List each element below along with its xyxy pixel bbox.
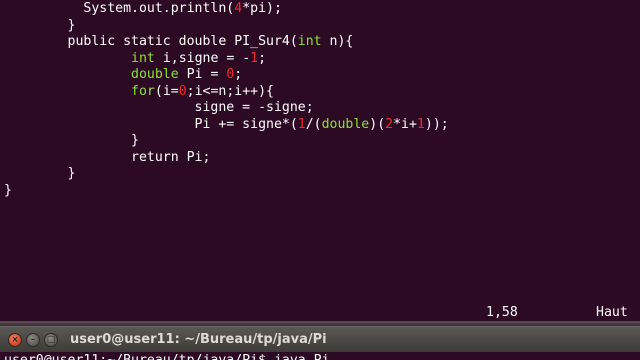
code-token: *i+: [393, 116, 417, 132]
keyword-token: for: [131, 83, 155, 99]
code-token: *pi);: [242, 1, 282, 16]
code-token: Pi =: [178, 67, 227, 82]
terminal-prompt-line: user0@user11:~/Bureau/tp/java/Pi$ java P…: [4, 352, 330, 360]
vim-editor[interactable]: System.out.println(4*pi); } public stati…: [0, 0, 640, 325]
code-token: }: [4, 166, 76, 181]
code-line: int i,signe = -1;: [4, 50, 266, 67]
code-token: ;: [234, 67, 243, 82]
code-token: public static double PI_Sur4(: [4, 34, 298, 49]
code-line: signe = -signe;: [4, 99, 314, 116]
code-token: ));: [424, 116, 449, 132]
keyword-token: double: [321, 116, 370, 132]
code-token: }: [4, 133, 139, 148]
code-token: /(: [305, 116, 322, 132]
keyword-token: int: [297, 34, 322, 49]
maximize-button[interactable]: □: [44, 333, 58, 347]
code-line: return Pi;: [4, 149, 210, 166]
code-line: }: [4, 182, 12, 199]
minimize-icon: –: [30, 335, 36, 345]
code-line: public static double PI_Sur4(int n){: [4, 33, 354, 50]
number-token: 2: [385, 116, 394, 132]
code-token: }: [4, 17, 76, 33]
code-token: Pi += signe*(: [4, 116, 298, 132]
keyword-token: int: [131, 50, 155, 66]
code-token: i,signe = -: [154, 50, 251, 66]
number-token: 0: [178, 83, 187, 99]
number-token: 1: [297, 116, 306, 132]
close-button[interactable]: ×: [8, 333, 22, 347]
code-token: n){: [321, 34, 354, 49]
close-icon: ×: [11, 335, 19, 345]
number-token: 4: [234, 1, 243, 16]
code-line: }: [4, 165, 76, 182]
keyword-token: double: [131, 67, 179, 82]
cursor-position: 1,58: [486, 305, 518, 320]
code-token: signe = -signe;: [4, 100, 314, 115]
code-line: }: [4, 132, 139, 149]
code-line: System.out.println(4*pi);: [4, 0, 282, 17]
code-token: )(: [369, 116, 386, 132]
code-token: return Pi;: [4, 149, 211, 165]
code-token: (i=: [154, 83, 179, 99]
code-token: ;i<=n;i++){: [186, 83, 274, 99]
terminal-title-bar[interactable]: × – □ user0@user11: ~/Bureau/tp/java/Pi: [0, 326, 640, 352]
code-line: Pi += signe*(1/(double)(2*i+1));: [4, 116, 449, 133]
minimize-button[interactable]: –: [26, 333, 40, 347]
number-token: 1: [416, 116, 425, 132]
terminal-content[interactable]: user0@user11:~/Bureau/tp/java/Pi$ java P…: [0, 352, 640, 360]
screen: System.out.println(4*pi); } public stati…: [0, 0, 640, 360]
code-line: }: [4, 17, 76, 34]
code-token: }: [4, 182, 12, 198]
code-line: for(i=0;i<=n;i++){: [4, 83, 274, 100]
code-line: double Pi = 0;: [4, 66, 242, 83]
window-title: user0@user11: ~/Bureau/tp/java/Pi: [70, 332, 327, 347]
code-token: System.out.println(: [4, 1, 235, 16]
code-token: ;: [258, 50, 267, 66]
number-token: 1: [250, 50, 259, 66]
maximize-icon: □: [46, 335, 56, 345]
scroll-position: Haut: [596, 305, 628, 320]
